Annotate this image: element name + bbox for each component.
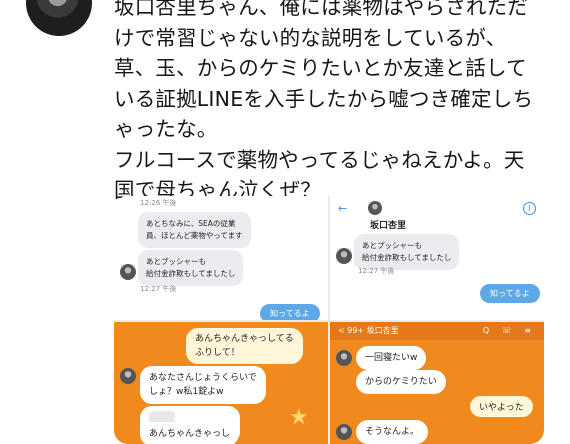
screenshot-4[interactable]: < 99+ 坂口杏里 Q ☏ ≡ 一回寝たいw からのケミりたい いやよった そ… [330, 322, 544, 444]
message-line: しょ？w私1錠よw [149, 387, 224, 397]
reply-bubble: 知ってるよ [260, 304, 320, 320]
message-bubble: あなたさんじょうくらいで しょ？w私1錠よw [140, 366, 266, 404]
contact-avatar [336, 424, 352, 440]
message-bubble: あとプッシャーも 給付金詐欺もしてましたし [354, 234, 460, 270]
tweet-media-grid[interactable]: 12:26 午後 あとちなみに、SEAの従業 員、ほとんど薬物やってます あとブ… [114, 196, 544, 444]
message-bubble: からのケミりたい [356, 370, 446, 394]
screenshot-1[interactable]: 12:26 午後 あとちなみに、SEAの従業 員、ほとんど薬物やってます あとブ… [114, 196, 328, 320]
message-line: 給付金詐欺もしてましたし [146, 269, 236, 278]
reply-bubble: 知ってるよ [480, 284, 540, 303]
message-line: ふりして！ [195, 348, 240, 358]
message-bubble: あとちなみに、SEAの従業 員、ほとんど薬物やってます [138, 212, 251, 248]
message-bubble: あとブッシャーも 給付金詐欺もしてましたし [138, 250, 244, 286]
tweet-line: 草、玉、からのケミりたいとか友達と話して [114, 56, 527, 80]
message-time: 12:26 午後 [140, 199, 177, 207]
star-sticker-icon: ★ [289, 405, 309, 430]
contact-avatar [336, 248, 352, 264]
message-line: あとプッシャーも [362, 241, 422, 250]
tweet-line: ゃったな。 [114, 117, 218, 141]
message-bubble: 一回寝たいw [356, 346, 427, 370]
contact-avatar [120, 264, 136, 280]
screenshot-3[interactable]: あんちゃんきゃっしてる ふりして！ あなたさんじょうくらいで しょ？w私1錠よw… [114, 322, 328, 444]
message-time: 12:27 午後 [358, 267, 395, 275]
header-icons[interactable]: Q ☏ ≡ [483, 322, 536, 340]
user-avatar[interactable] [26, 0, 92, 36]
tweet-text: 坂口杏里ちゃん、俺には薬物はやらされただ けで常習じゃない的な説明をしているが、… [114, 0, 562, 206]
line-chat-header: < 99+ 坂口杏里 Q ☏ ≡ [330, 322, 544, 340]
message-line: あなたさんじょうくらいで [149, 373, 257, 383]
screenshot-2[interactable]: ← 坂口杏里 i あとプッシャーも 給付金詐欺もしてましたし 12:27 午後 … [330, 196, 544, 320]
message-line: 員、ほとんど薬物やってます [146, 231, 243, 240]
message-line: 給付金詐欺もしてましたし [362, 253, 452, 262]
info-icon[interactable]: i [523, 202, 536, 215]
message-line: あとブッシャーも [146, 257, 206, 266]
message-bubble: あんちゃんきゃっし [140, 422, 240, 444]
contact-avatar [336, 350, 352, 366]
message-line: あとちなみに、SEAの従業 [146, 219, 236, 228]
message-bubble: あんちゃんきゃっしてる ふりして！ [186, 328, 303, 364]
contact-avatar [120, 368, 136, 384]
message-bubble: そうなんよ。 [356, 420, 429, 444]
contact-avatar [368, 201, 382, 215]
tweet-line: 坂口杏里ちゃん、俺には薬物はやらされただ [114, 0, 528, 19]
back-arrow-icon[interactable]: ← [338, 202, 347, 215]
reply-bubble: いやよった [470, 396, 533, 417]
tweet-line: いる証拠LINEを入手したから嘘つき確定しち [114, 86, 534, 111]
chat-header-title: < 99+ 坂口杏里 [338, 326, 399, 335]
contact-name: 坂口杏里 [370, 221, 407, 231]
tweet-line: けで常習じゃない的な説明をしているが、 [114, 25, 507, 50]
message-time: 12:27 午後 [140, 285, 177, 293]
message-line: あんちゃんきゃっしてる [195, 334, 294, 344]
tweet-line: フルコースで薬物やってるじゃねえかよ。天 [114, 147, 525, 172]
